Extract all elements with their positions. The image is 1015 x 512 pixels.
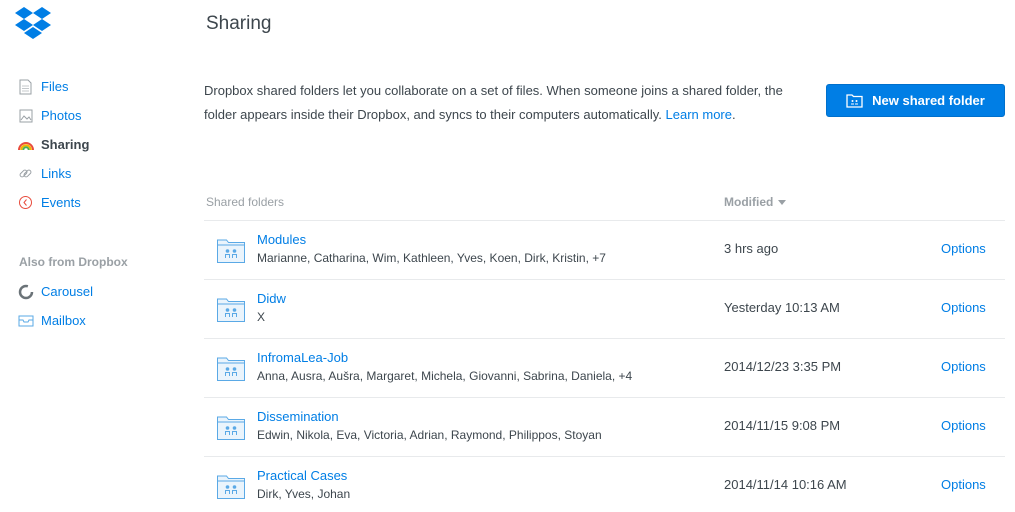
sidebar-item-events[interactable]: Events <box>17 188 187 217</box>
shared-folder-icon <box>216 236 246 264</box>
folder-name-link[interactable]: InfromaLea-Job <box>257 350 348 365</box>
sidebar-nav: Files Photos Sharing Links Events <box>17 72 187 217</box>
folder-name-link[interactable]: Didw <box>257 291 286 306</box>
table-row[interactable]: InfromaLea-Job Anna, Ausra, Aušra, Marga… <box>204 339 1005 398</box>
folder-name-link[interactable]: Modules <box>257 232 306 247</box>
sidebar-item-sharing[interactable]: Sharing <box>17 130 187 159</box>
page-title: Sharing <box>206 13 272 34</box>
rainbow-icon <box>17 136 34 153</box>
sidebar-item-label: Carousel <box>41 284 94 299</box>
sidebar-item-label: Files <box>41 79 69 94</box>
folder-members: Marianne, Catharina, Wim, Kathleen, Yves… <box>257 251 606 265</box>
folder-name-link[interactable]: Dissemination <box>257 409 339 424</box>
new-shared-folder-button[interactable]: New shared folder <box>826 84 1005 117</box>
sidebar-item-label: Links <box>41 166 72 181</box>
sidebar-item-label: Photos <box>41 108 82 123</box>
sidebar-item-links[interactable]: Links <box>17 159 187 188</box>
column-header-shared-folders: Shared folders <box>206 195 285 209</box>
sidebar-item-label: Sharing <box>41 137 90 152</box>
folder-name-link[interactable]: Practical Cases <box>257 468 347 483</box>
folder-members: Dirk, Yves, Johan <box>257 487 351 501</box>
folder-members: Anna, Ausra, Aušra, Margaret, Michela, G… <box>257 369 633 383</box>
folder-members: Edwin, Nikola, Eva, Victoria, Adrian, Ra… <box>257 428 602 442</box>
sidebar-item-carousel[interactable]: Carousel <box>17 277 187 306</box>
sidebar-item-label: Events <box>41 195 81 210</box>
sharing-description: Dropbox shared folders let you collabora… <box>204 79 794 126</box>
sidebar-item-mailbox[interactable]: Mailbox <box>17 306 187 335</box>
shared-folder-icon <box>216 472 246 500</box>
folder-modified: 2014/11/14 10:16 AM <box>724 477 847 492</box>
options-link[interactable]: Options <box>941 418 986 433</box>
shared-folder-add-icon <box>846 93 863 108</box>
options-link[interactable]: Options <box>941 477 986 492</box>
shared-folder-icon <box>216 295 246 323</box>
options-link[interactable]: Options <box>941 300 986 315</box>
mailbox-icon <box>17 312 34 329</box>
table-row[interactable]: Practical Cases Dirk, Yves, Johan 2014/1… <box>204 457 1005 512</box>
also-from-dropbox-nav: Carousel Mailbox <box>17 277 187 335</box>
folder-members: X <box>257 310 266 324</box>
description-period: . <box>732 106 736 122</box>
table-row[interactable]: Didw X Yesterday 10:13 AM Options <box>204 280 1005 339</box>
shared-folders-list: Modules Marianne, Catharina, Wim, Kathle… <box>204 221 1005 512</box>
learn-more-link[interactable]: Learn more <box>666 107 732 122</box>
also-from-dropbox-heading: Also from Dropbox <box>19 255 128 269</box>
link-icon <box>17 165 34 182</box>
shared-folder-icon <box>216 413 246 441</box>
clock-icon <box>17 194 34 211</box>
table-row[interactable]: Dissemination Edwin, Nikola, Eva, Victor… <box>204 398 1005 457</box>
options-link[interactable]: Options <box>941 241 986 256</box>
new-shared-folder-label: New shared folder <box>872 93 985 108</box>
sort-down-icon <box>778 200 787 206</box>
table-row[interactable]: Modules Marianne, Catharina, Wim, Kathle… <box>204 221 1005 280</box>
folder-modified: 2014/12/23 3:35 PM <box>724 359 842 374</box>
sidebar-item-label: Mailbox <box>41 313 86 328</box>
carousel-icon <box>17 283 34 300</box>
shared-folder-icon <box>216 354 246 382</box>
file-icon <box>17 78 34 95</box>
column-header-modified[interactable]: Modified <box>724 195 787 209</box>
folder-modified: Yesterday 10:13 AM <box>724 300 840 315</box>
table-header: Shared folders Modified <box>204 190 1005 221</box>
column-header-modified-label: Modified <box>724 195 774 209</box>
folder-modified: 2014/11/15 9:08 PM <box>724 418 841 433</box>
photo-icon <box>17 107 34 124</box>
dropbox-logo-icon[interactable] <box>15 6 53 40</box>
folder-modified: 3 hrs ago <box>724 241 779 256</box>
sidebar-item-photos[interactable]: Photos <box>17 101 187 130</box>
sidebar-item-files[interactable]: Files <box>17 72 187 101</box>
options-link[interactable]: Options <box>941 359 986 374</box>
